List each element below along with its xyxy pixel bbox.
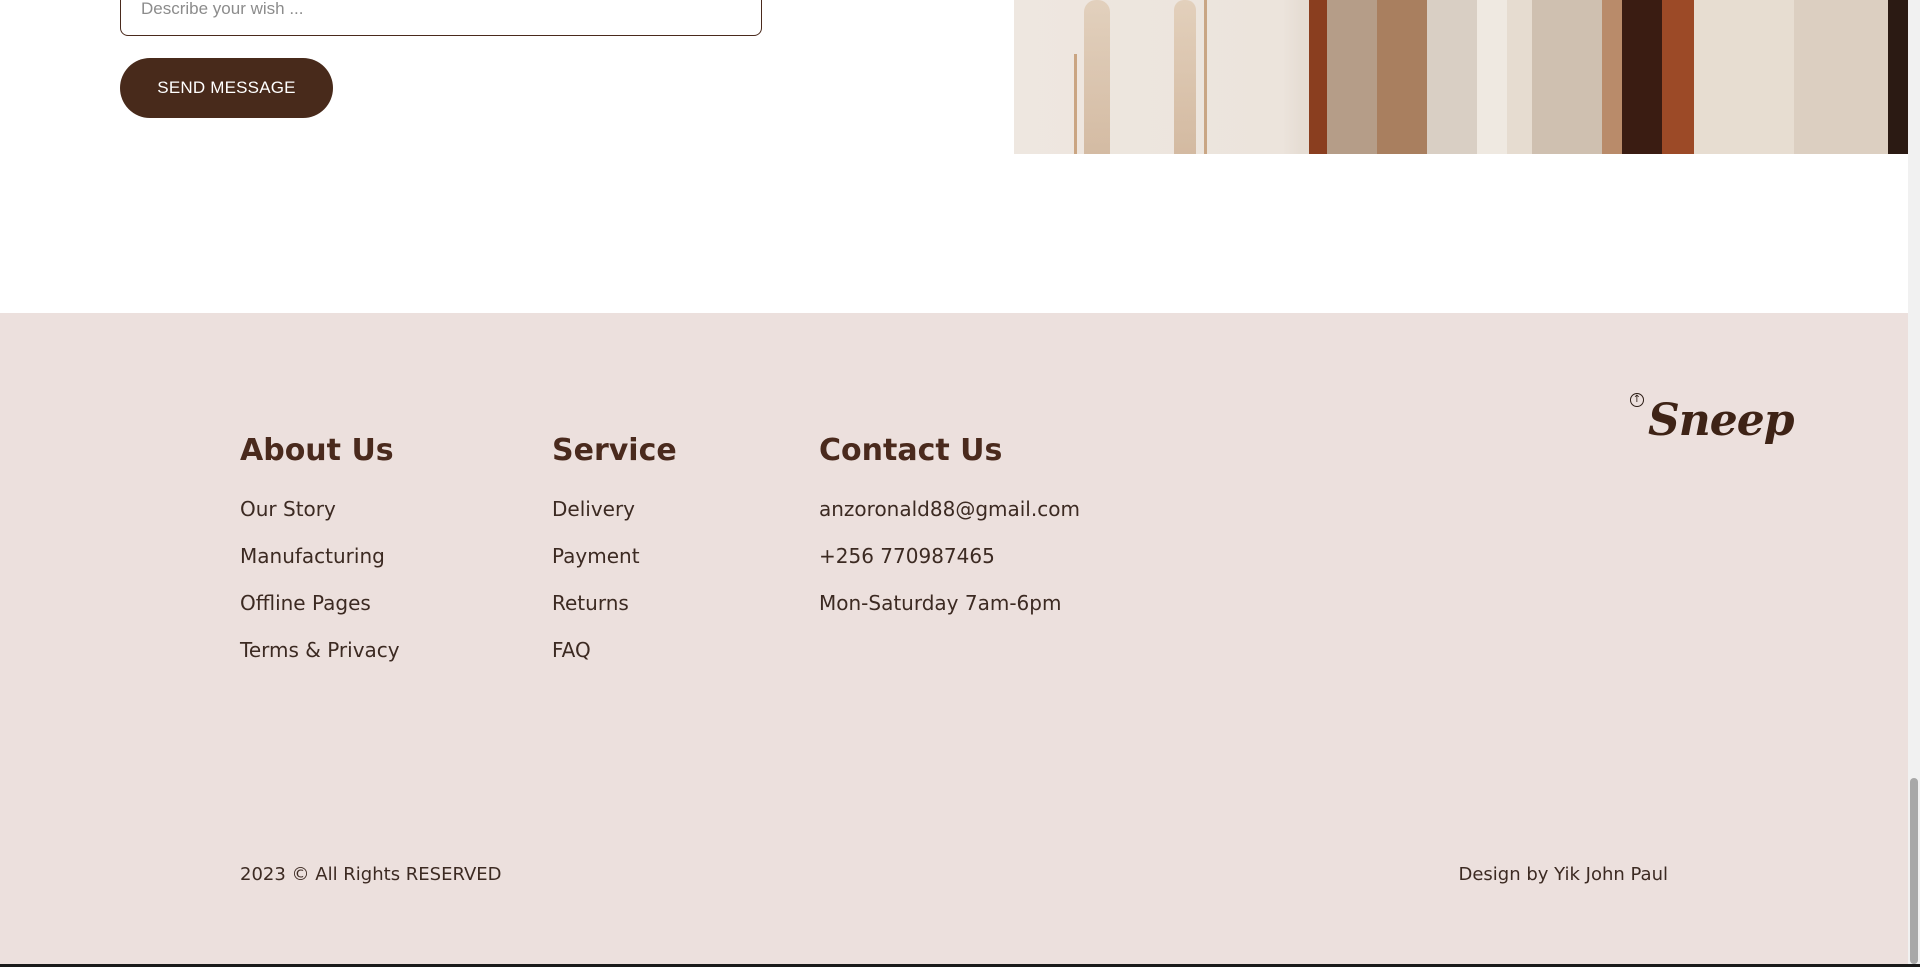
footer-contact-list: anzoronald88@gmail.com +256 770987465 Mo… bbox=[819, 486, 1080, 627]
footer-link-faq[interactable]: FAQ bbox=[552, 627, 677, 674]
footer-column-contact: Contact Us anzoronald88@gmail.com +256 7… bbox=[819, 434, 1080, 627]
footer-heading-service: Service bbox=[552, 433, 677, 468]
contact-phone[interactable]: +256 770987465 bbox=[819, 533, 1080, 580]
contact-email[interactable]: anzoronald88@gmail.com bbox=[819, 486, 1080, 533]
contact-hours: Mon-Saturday 7am-6pm bbox=[819, 591, 1062, 615]
footer-column-about: About Us Our Story Manufacturing Offline… bbox=[240, 434, 400, 674]
contact-section: Describe your wish ... SEND MESSAGE bbox=[0, 0, 1908, 313]
footer-links-service: Delivery Payment Returns FAQ bbox=[552, 486, 677, 674]
footer-link-terms-privacy[interactable]: Terms & Privacy bbox=[240, 627, 400, 674]
footer-link-our-story[interactable]: Our Story bbox=[240, 486, 400, 533]
footer-column-service: Service Delivery Payment Returns FAQ bbox=[552, 434, 677, 674]
arrow-up-circle-icon[interactable]: ↑ bbox=[1630, 393, 1644, 407]
design-credit: Design by Yik John Paul bbox=[1458, 864, 1668, 885]
footer-link-manufacturing[interactable]: Manufacturing bbox=[240, 533, 400, 580]
footer-link-offline-pages[interactable]: Offline Pages bbox=[240, 580, 400, 627]
footer-link-delivery[interactable]: Delivery bbox=[552, 486, 677, 533]
copyright-text: 2023 © All Rights RESERVED bbox=[240, 864, 502, 885]
footer-links-about: Our Story Manufacturing Offline Pages Te… bbox=[240, 486, 400, 674]
logo-wordmark: Sneep bbox=[1648, 395, 1795, 446]
footer-heading-about: About Us bbox=[240, 433, 394, 468]
footer-link-payment[interactable]: Payment bbox=[552, 533, 677, 580]
scrollbar-thumb[interactable] bbox=[1910, 778, 1918, 964]
page-scrollbar[interactable] bbox=[1908, 0, 1920, 964]
send-message-button[interactable]: SEND MESSAGE bbox=[120, 58, 333, 118]
site-footer: About Us Our Story Manufacturing Offline… bbox=[0, 313, 1908, 964]
clothing-rack-image bbox=[1014, 0, 1908, 154]
footer-link-returns[interactable]: Returns bbox=[552, 580, 677, 627]
footer-logo[interactable]: ↑ Sneep bbox=[1630, 393, 1795, 473]
footer-heading-contact: Contact Us bbox=[819, 433, 1003, 468]
wish-textarea[interactable]: Describe your wish ... bbox=[120, 0, 762, 36]
page: Describe your wish ... SEND MESSAGE Abou… bbox=[0, 0, 1920, 967]
